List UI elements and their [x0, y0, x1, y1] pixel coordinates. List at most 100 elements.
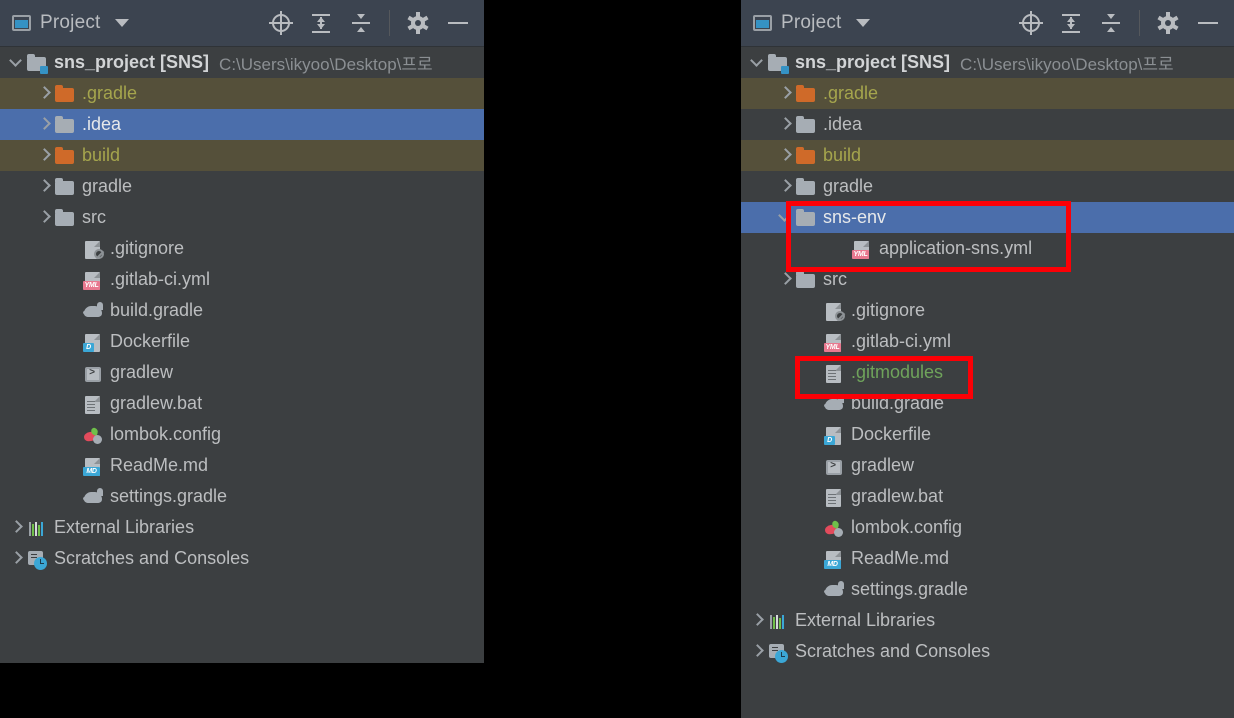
- tree-row-gradlew-bat[interactable]: gradlew.bat: [0, 388, 484, 419]
- tree-row-label: application-sns.yml: [879, 238, 1033, 258]
- tree-row-label: src: [823, 269, 847, 289]
- tree-row-build[interactable]: build: [0, 140, 484, 171]
- folder-orange-icon: [55, 84, 75, 104]
- collapse-all-icon[interactable]: [349, 11, 373, 35]
- chevron-right-icon[interactable]: [751, 645, 764, 658]
- chevron-down-icon[interactable]: [779, 211, 792, 224]
- project-tree-right[interactable]: sns_project [SNS] C:\Users\ikyoo\Desktop…: [741, 47, 1234, 667]
- tree-row-gitlab-ci-yml[interactable]: YML .gitlab-ci.yml: [0, 264, 484, 295]
- tree-row-label: ReadMe.md: [110, 455, 209, 475]
- markdown-file-icon: MD: [824, 549, 844, 569]
- tree-row-readme-md[interactable]: MD ReadMe.md: [741, 543, 1234, 574]
- tree-row-gradle[interactable]: .gradle: [0, 78, 484, 109]
- tree-row-external-libraries[interactable]: External Libraries: [741, 605, 1234, 636]
- chevron-right-icon[interactable]: [38, 211, 51, 224]
- expand-all-icon[interactable]: [1059, 11, 1083, 35]
- tree-row-gitignore[interactable]: .gitignore: [0, 233, 484, 264]
- tree-row-gradlew[interactable]: gradlew: [0, 357, 484, 388]
- tree-row-scratches-and-consoles[interactable]: Scratches and Consoles: [741, 636, 1234, 667]
- tree-row-application-sns-yml[interactable]: YML application-sns.yml: [741, 233, 1234, 264]
- locate-target-icon[interactable]: [1019, 11, 1043, 35]
- chevron-down-icon[interactable]: [10, 56, 23, 69]
- chevron-right-icon[interactable]: [38, 87, 51, 100]
- folder-icon: [55, 208, 75, 228]
- chevron-down-icon[interactable]: [855, 19, 870, 27]
- tree-row-gitlab-ci-yml[interactable]: YML .gitlab-ci.yml: [741, 326, 1234, 357]
- collapse-all-icon[interactable]: [1099, 11, 1123, 35]
- tree-row-label: lombok.config: [110, 424, 222, 444]
- tree-row-settings-gradle[interactable]: settings.gradle: [741, 574, 1234, 605]
- chevron-right-icon[interactable]: [10, 521, 23, 534]
- tree-row-external-libraries[interactable]: External Libraries: [0, 512, 484, 543]
- chevron-right-icon[interactable]: [779, 180, 792, 193]
- tree-row-label: gradle: [823, 176, 874, 196]
- folder-orange-icon: [55, 146, 75, 166]
- tree-row-label: gradle: [82, 176, 133, 196]
- tree-row-readme-md[interactable]: MD ReadMe.md: [0, 450, 484, 481]
- tree-row-sns-env[interactable]: sns-env: [741, 202, 1234, 233]
- tree-row-gitmodules[interactable]: .gitmodules: [741, 357, 1234, 388]
- tree-row-label: settings.gradle: [110, 486, 228, 506]
- tree-row-settings-gradle[interactable]: settings.gradle: [0, 481, 484, 512]
- minimize-icon[interactable]: [446, 11, 470, 35]
- shell-script-icon: [83, 363, 103, 383]
- folder-icon: [796, 115, 816, 135]
- tree-row-lombok-config[interactable]: lombok.config: [0, 419, 484, 450]
- chevron-right-icon[interactable]: [38, 180, 51, 193]
- chevron-right-icon[interactable]: [38, 118, 51, 131]
- tree-row-idea[interactable]: .idea: [0, 109, 484, 140]
- tree-row-gitignore[interactable]: .gitignore: [741, 295, 1234, 326]
- tree-row-label: External Libraries: [54, 517, 195, 537]
- tree-row-src[interactable]: src: [741, 264, 1234, 295]
- chevron-down-icon[interactable]: [751, 56, 764, 69]
- docker-file-icon: D: [83, 332, 103, 352]
- chevron-right-icon[interactable]: [779, 118, 792, 131]
- module-folder-icon: [27, 53, 48, 74]
- tree-row-build[interactable]: build: [741, 140, 1234, 171]
- chevron-right-icon[interactable]: [751, 614, 764, 627]
- chevron-right-icon[interactable]: [10, 552, 23, 565]
- yaml-file-icon: YML: [852, 239, 872, 259]
- chevron-down-icon[interactable]: [114, 19, 129, 27]
- project-tab-right[interactable]: Project: [753, 12, 842, 34]
- tree-row-label: gradlew.bat: [110, 393, 203, 413]
- chevron-right-icon[interactable]: [779, 149, 792, 162]
- tree-row-gradlew-bat[interactable]: gradlew.bat: [741, 481, 1234, 512]
- gear-icon[interactable]: [406, 11, 430, 35]
- tree-row-gradle[interactable]: gradle: [0, 171, 484, 202]
- tree-row-build-gradle[interactable]: build.gradle: [741, 388, 1234, 419]
- text-file-icon: [824, 363, 844, 383]
- tree-row-gradle[interactable]: .gradle: [741, 78, 1234, 109]
- project-tree-left[interactable]: sns_project [SNS] C:\Users\ikyoo\Desktop…: [0, 47, 484, 574]
- tree-row-label: gradlew: [851, 455, 915, 475]
- tree-row-build-gradle[interactable]: build.gradle: [0, 295, 484, 326]
- folder-icon: [796, 270, 816, 290]
- chevron-right-icon[interactable]: [38, 149, 51, 162]
- gear-icon[interactable]: [1156, 11, 1180, 35]
- folder-icon: [796, 177, 816, 197]
- tree-row-dockerfile[interactable]: D Dockerfile: [741, 419, 1234, 450]
- tree-row-src[interactable]: src: [0, 202, 484, 233]
- tree-row-scratches-and-consoles[interactable]: Scratches and Consoles: [0, 543, 484, 574]
- tree-row-lombok-config[interactable]: lombok.config: [741, 512, 1234, 543]
- folder-icon: [55, 115, 75, 135]
- expand-all-icon[interactable]: [309, 11, 333, 35]
- gitignore-file-icon: [824, 301, 845, 321]
- locate-target-icon[interactable]: [269, 11, 293, 35]
- tree-row-label: build.gradle: [851, 393, 945, 413]
- gradle-file-icon: [824, 580, 844, 600]
- chevron-right-icon[interactable]: [779, 273, 792, 286]
- tree-row-dockerfile[interactable]: D Dockerfile: [0, 326, 484, 357]
- tree-row-root[interactable]: sns_project [SNS] C:\Users\ikyoo\Desktop…: [741, 47, 1234, 78]
- yaml-file-icon: YML: [824, 332, 844, 352]
- tree-row-idea[interactable]: .idea: [741, 109, 1234, 140]
- project-tab-left[interactable]: Project: [12, 12, 101, 34]
- tree-row-gradle[interactable]: gradle: [741, 171, 1234, 202]
- tree-row-root[interactable]: sns_project [SNS] C:\Users\ikyoo\Desktop…: [0, 47, 484, 78]
- chevron-right-icon[interactable]: [779, 87, 792, 100]
- tree-row-gradlew[interactable]: gradlew: [741, 450, 1234, 481]
- minimize-icon[interactable]: [1196, 11, 1220, 35]
